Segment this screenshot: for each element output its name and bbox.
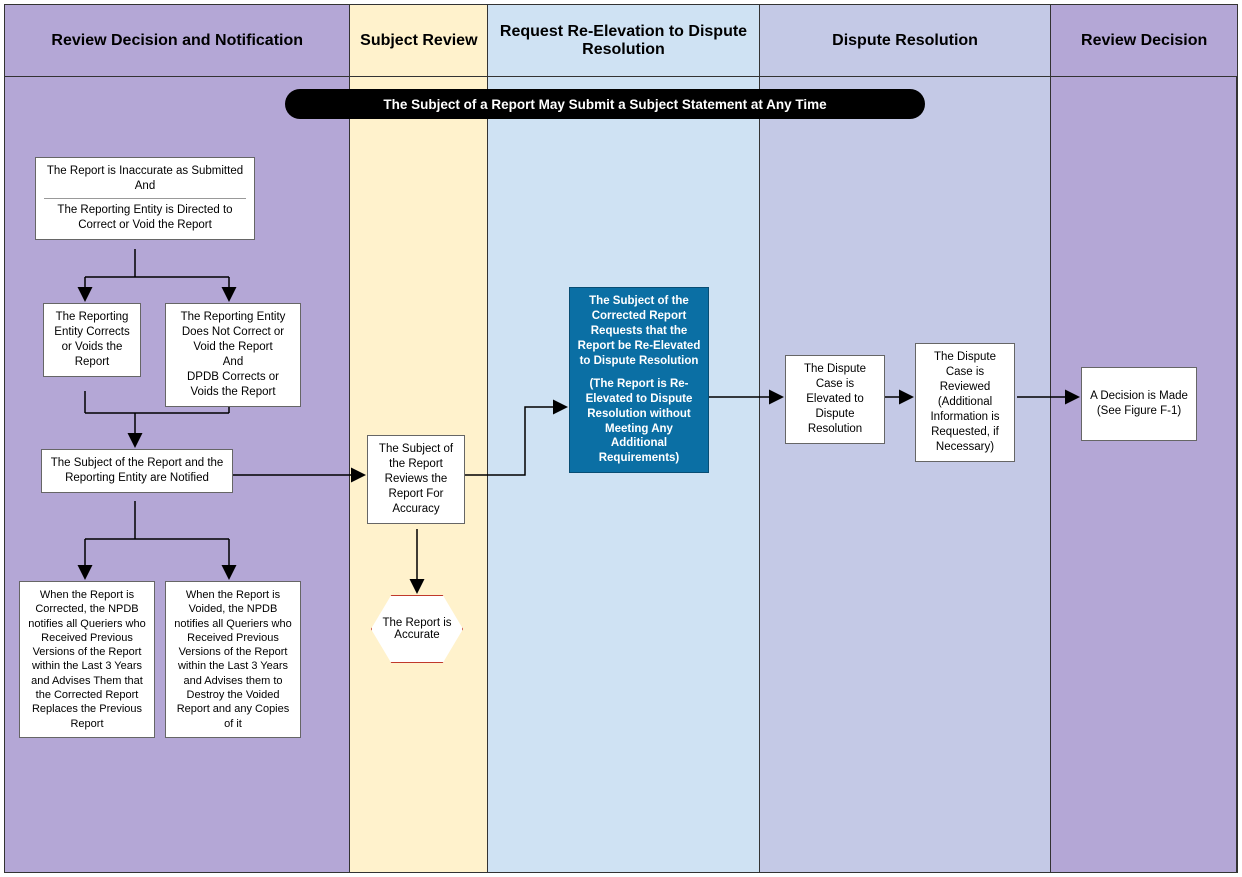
box-dispute-elevated: The Dispute Case is Elevated to Dispute …: [785, 355, 885, 444]
text-entity-corrects: The Reporting Entity Corrects or Voids t…: [50, 310, 134, 370]
text-dispute-reviewed: The Dispute Case is Reviewed (Additional…: [922, 350, 1008, 455]
banner: The Subject of a Report May Submit a Sub…: [285, 89, 925, 119]
box-report-inaccurate: The Report is Inaccurate as Submitted An…: [35, 157, 255, 240]
lane-4: [760, 77, 1052, 873]
box-dispute-reviewed: The Dispute Case is Reviewed (Additional…: [915, 343, 1015, 462]
box-entity-not-correct: The Reporting Entity Does Not Correct or…: [165, 303, 301, 407]
box-subject-reviews: The Subject of the Report Reviews the Re…: [367, 435, 465, 524]
text-enc-l2: DPDB Corrects or Voids the Report: [172, 370, 294, 400]
text-when-corrected: When the Report is Corrected, the NPDB n…: [26, 588, 148, 731]
header-col3: Request Re-Elevation to Dispute Resoluti…: [488, 5, 760, 76]
body-row: The Subject of a Report May Submit a Sub…: [5, 77, 1237, 873]
box-when-corrected: When the Report is Corrected, the NPDB n…: [19, 581, 155, 738]
box-request-re-elevation: The Subject of the Corrected Report Requ…: [569, 287, 709, 473]
text-notify: The Subject of the Report and the Report…: [48, 456, 226, 486]
text-when-voided: When the Report is Voided, the NPDB noti…: [172, 588, 294, 731]
text-inaccurate-l1: The Report is Inaccurate as Submitted: [42, 164, 248, 179]
text-hex: The Report is Accurate: [382, 617, 452, 641]
divider: [44, 198, 246, 199]
text-blue-sub: (The Report is Re-Elevated to Dispute Re…: [576, 377, 702, 467]
lane-3: [488, 77, 760, 873]
header-row: Review Decision and Notification Subject…: [5, 5, 1237, 77]
header-col4: Dispute Resolution: [760, 5, 1052, 76]
text-dispute-elevated: The Dispute Case is Elevated to Dispute …: [792, 362, 878, 437]
box-when-voided: When the Report is Voided, the NPDB noti…: [165, 581, 301, 738]
text-enc-l1: The Reporting Entity Does Not Correct or…: [172, 310, 294, 355]
text-subject-reviews: The Subject of the Report Reviews the Re…: [374, 442, 458, 517]
box-decision-made: A Decision is Made (See Figure F-1): [1081, 367, 1197, 441]
text-decision: A Decision is Made (See Figure F-1): [1088, 389, 1190, 419]
header-col5: Review Decision: [1051, 5, 1237, 76]
box-entity-corrects: The Reporting Entity Corrects or Voids t…: [43, 303, 141, 377]
text-inaccurate-and: And: [42, 179, 248, 194]
header-col2: Subject Review: [350, 5, 488, 76]
swimlane-diagram: Review Decision and Notification Subject…: [4, 4, 1238, 873]
text-inaccurate-l2: The Reporting Entity is Directed to Corr…: [42, 203, 248, 233]
box-notify: The Subject of the Report and the Report…: [41, 449, 233, 493]
header-col1: Review Decision and Notification: [5, 5, 350, 76]
text-enc-and: And: [172, 355, 294, 370]
text-blue-main: The Subject of the Corrected Report Requ…: [576, 294, 702, 369]
lane-5: [1051, 77, 1237, 873]
